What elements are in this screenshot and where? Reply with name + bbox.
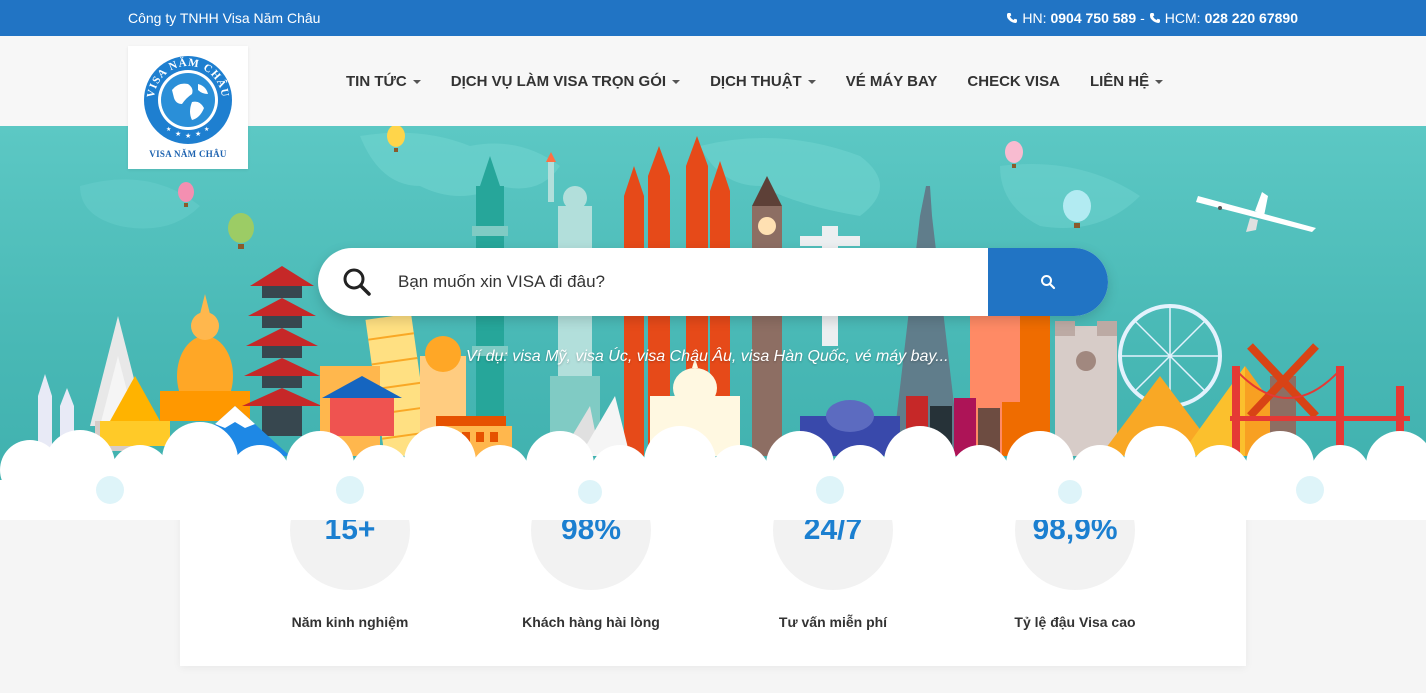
stats-section: 15+ Năm kinh nghiệm 98% Khách hàng hài l… [180,470,1246,666]
stat-value: 98,9% [1015,470,1135,590]
menu-item-news[interactable]: TIN TỨC [331,73,436,90]
airplane-icon [1196,192,1316,232]
visa-search-input[interactable] [398,248,978,316]
hn-phone[interactable]: 0904 750 589 [1050,10,1136,26]
phone-icon [1149,13,1160,23]
stat-visa-success-rate: 98,9% Tỷ lệ đậu Visa cao [975,470,1175,630]
company-name: Công ty TNHH Visa Năm Châu [128,10,321,26]
phone-icon [1007,13,1018,23]
balloon-icon [1005,141,1023,168]
svg-text:★: ★ [166,126,171,133]
menu-item-label: CHECK VISA [967,72,1060,90]
stat-label: Tỷ lệ đậu Visa cao [1014,614,1136,630]
search-icon [1041,275,1056,290]
search-icon [343,268,371,296]
stat-label: Khách hàng hài lòng [522,614,660,630]
logo-caption: VISA NĂM CHÂU [149,149,227,159]
svg-text:★: ★ [185,132,191,140]
caret-down-icon [672,79,681,84]
balloon-icon [228,213,254,249]
svg-text:★: ★ [204,126,209,133]
menu-item-check-visa[interactable]: CHECK VISA [952,73,1075,90]
search-button[interactable] [988,248,1108,316]
caret-down-icon [1155,79,1164,84]
menu-item-label: LIÊN HỆ [1089,72,1150,90]
contact-phones: HN: 0904 750 589 - HCM: 028 220 67890 [1006,10,1298,26]
menu-item-label: VÉ MÁY BAY [845,72,938,90]
menu-item-visa-services[interactable]: DỊCH VỤ LÀM VISA TRỌN GÓI [436,73,695,90]
hn-label: HN: [1022,10,1047,26]
search-hint: Ví dụ: visa Mỹ, visa Úc, visa Châu Âu, v… [466,348,949,365]
visa-search-bar [318,248,1108,316]
stat-label: Tư vấn miễn phí [778,614,888,630]
hcm-label: HCM: [1164,10,1201,26]
stat-value: 15+ [290,470,410,590]
globe-logo-icon: VISA NĂM CHÂU ★ ★ ★ ★ ★ [144,56,232,144]
menu-item-air-tickets[interactable]: VÉ MÁY BAY [831,73,953,90]
caret-down-icon [412,79,421,84]
stat-label: Năm kinh nghiệm [291,614,409,630]
menu-item-contact[interactable]: LIÊN HỆ [1075,73,1178,90]
menu-item-label: DỊCH THUẬT [710,72,802,90]
menu-item-label: TIN TỨC [346,72,407,90]
top-bar: Công ty TNHH Visa Năm Châu HN: 0904 750 … [0,0,1426,36]
stat-free-consultation: 24/7 Tư vấn miễn phí [733,470,933,630]
stat-satisfaction: 98% Khách hàng hài lòng [491,470,691,630]
phone-separator: - [1140,10,1145,26]
caret-down-icon [807,79,816,84]
menu-item-translation[interactable]: DỊCH THUẬT [695,73,831,90]
site-logo[interactable]: VISA NĂM CHÂU ★ ★ ★ ★ ★ VISA NĂM CHÂU [128,46,248,169]
svg-text:★: ★ [175,130,181,138]
svg-text:★: ★ [195,130,201,138]
menu-item-label: DỊCH VỤ LÀM VISA TRỌN GÓI [450,72,667,90]
main-menu: TIN TỨC DỊCH VỤ LÀM VISA TRỌN GÓI DỊCH T… [331,36,1178,126]
stat-value: 98% [531,470,651,590]
stat-value: 24/7 [773,470,893,590]
stat-experience: 15+ Năm kinh nghiệm [250,470,450,630]
hcm-phone[interactable]: 028 220 67890 [1205,10,1298,26]
